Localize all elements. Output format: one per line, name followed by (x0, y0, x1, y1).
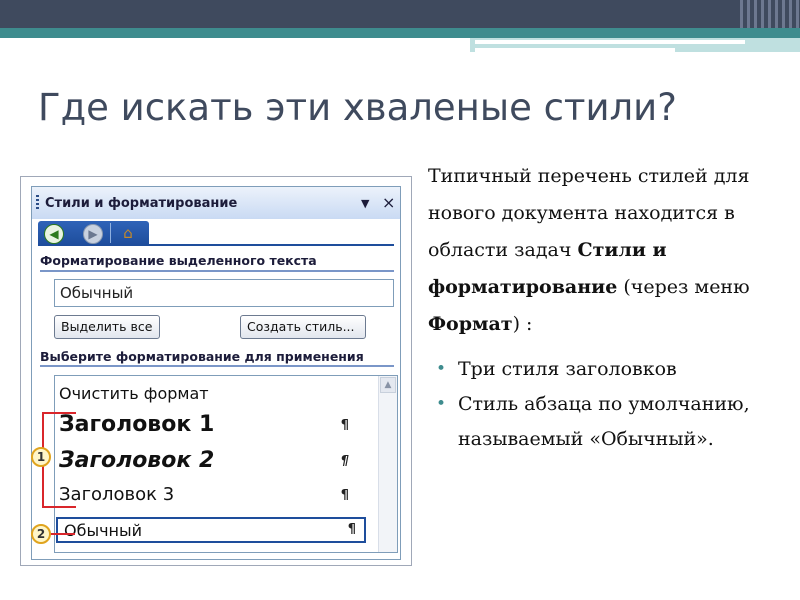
list-item-heading-2[interactable]: Заголовок 2 ¶ (59, 448, 375, 473)
section-rule (40, 365, 394, 367)
select-all-button[interactable]: Выделить все (54, 315, 160, 339)
styles-list: Очистить формат Заголовок 1 ¶ Заголовок … (54, 375, 398, 553)
create-style-button[interactable]: Создать стиль... (240, 315, 366, 339)
callout-1: 1 (31, 447, 51, 467)
list-item-heading-3[interactable]: Заголовок 3 ¶ (59, 484, 375, 505)
list-item-normal[interactable]: Обычный ¶ (56, 517, 366, 543)
bullet-list: • Три стиля заголовков • Стиль абзаца по… (428, 352, 794, 457)
list-item-heading-1[interactable]: Заголовок 1 ¶ (59, 412, 375, 437)
section-rule (40, 270, 394, 272)
pane-nav-bar: ◀ ▶ ⌂ (38, 221, 149, 245)
accent-line (475, 40, 745, 44)
list-item-label: Заголовок 3 (59, 484, 175, 505)
pane-header: Стили и форматирование ▼ × (32, 187, 400, 219)
paragraph-mark-icon: ¶ (347, 522, 356, 537)
description-text: (через меню (617, 276, 750, 298)
description-emphasis: Формат (428, 313, 513, 335)
list-item-label: Очистить формат (59, 384, 209, 403)
list-item-label: Заголовок 2 (59, 448, 215, 473)
list-item-label: Заголовок 1 (59, 412, 215, 437)
styles-task-pane: Стили и форматирование ▼ × ◀ ▶ ⌂ Формати… (31, 186, 401, 560)
back-icon[interactable]: ◀ (44, 224, 64, 244)
slide-description: Типичный перечень стилей для нового доку… (428, 158, 794, 343)
grip-icon[interactable] (36, 195, 39, 211)
pane-menu-icon[interactable]: ▼ (361, 197, 369, 210)
accent-line (475, 48, 675, 52)
nav-divider-line (38, 244, 394, 246)
bullet-icon: • (436, 394, 447, 414)
section-selected-text-heading: Форматирование выделенного текста (40, 253, 317, 268)
slide-title: Где искать эти хваленые стили? (38, 86, 677, 129)
nav-divider (110, 223, 111, 243)
paragraph-mark-icon: ¶ (340, 418, 349, 433)
bullet-item: • Стиль абзаца по умолчанию, называемый … (428, 387, 794, 457)
paragraph-mark-icon: ¶ (340, 454, 349, 469)
header-stripes (740, 0, 800, 28)
pane-title: Стили и форматирование (45, 196, 238, 211)
list-scrollbar[interactable]: ▲ (378, 376, 397, 552)
forward-icon[interactable]: ▶ (83, 224, 103, 244)
description-text: ) : (512, 313, 533, 335)
scroll-up-icon[interactable]: ▲ (380, 377, 396, 393)
bullet-item: • Три стиля заголовков (428, 352, 794, 387)
list-item-clear-formatting[interactable]: Очистить формат (59, 384, 375, 403)
bullet-text: Стиль абзаца по умолчанию, называемый «О… (458, 393, 750, 450)
home-icon[interactable]: ⌂ (118, 223, 138, 243)
accent-band (0, 28, 800, 38)
header-band (0, 0, 800, 28)
list-item-label: Обычный (64, 521, 143, 540)
bullet-icon: • (436, 359, 447, 379)
callout-2: 2 (31, 524, 51, 544)
current-style-field[interactable]: Обычный (54, 279, 394, 307)
bullet-text: Три стиля заголовков (458, 358, 677, 380)
callout-line (49, 533, 75, 535)
paragraph-mark-icon: ¶ (340, 488, 349, 503)
close-icon[interactable]: × (382, 193, 395, 212)
section-apply-heading: Выберите форматирование для применения (40, 349, 364, 364)
